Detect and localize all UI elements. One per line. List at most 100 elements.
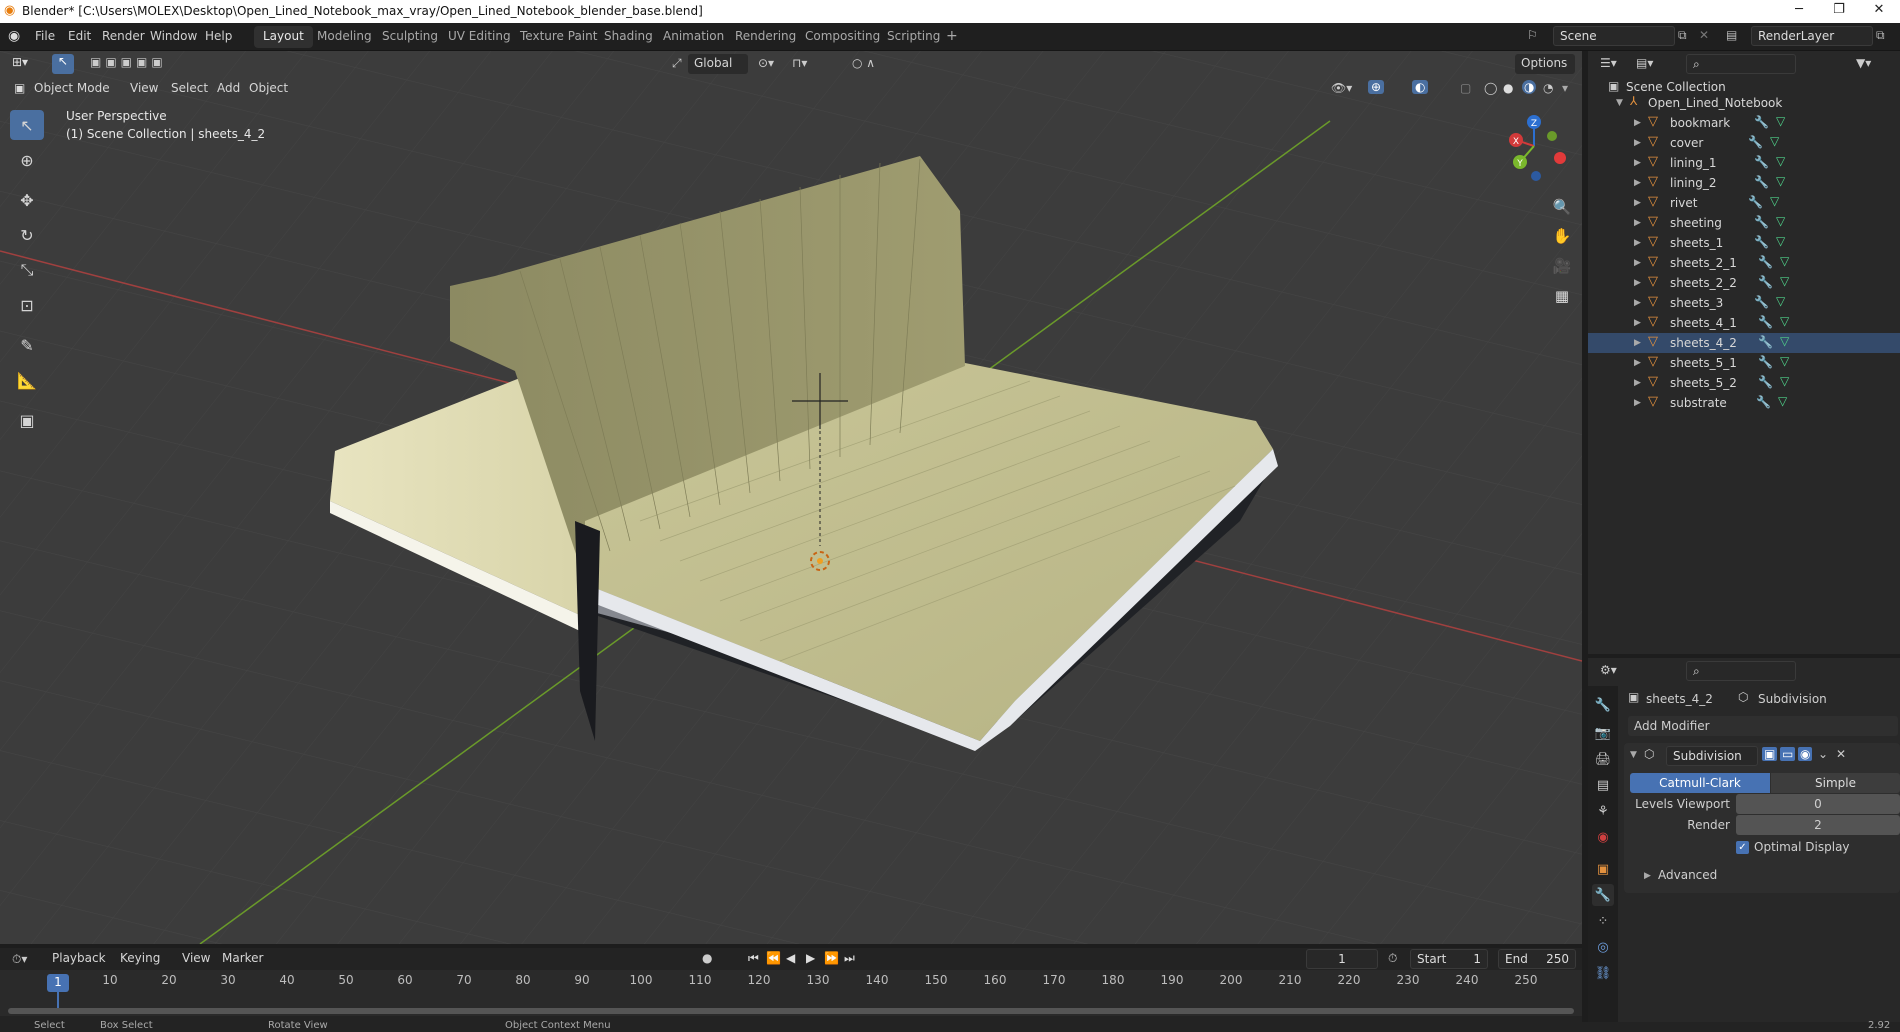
modifier-wrench-icon[interactable]: 🔧 (1754, 295, 1769, 309)
mesh-data-icon[interactable]: ▽ (1776, 294, 1785, 308)
advanced-label[interactable]: Advanced (1658, 868, 1717, 882)
expand-right-icon[interactable]: ▶ (1634, 398, 1641, 408)
tool-transform[interactable]: ⊡ (10, 290, 44, 320)
playhead[interactable]: 1 (47, 974, 69, 992)
optimal-display-checkbox[interactable]: ✓ (1736, 841, 1749, 854)
outliner-item-rivet[interactable]: ▶ ▽ rivet 🔧 ▽ (1588, 193, 1900, 213)
jump-start-icon[interactable]: ⏮ (748, 951, 759, 966)
mesh-data-icon[interactable]: ▽ (1776, 214, 1785, 228)
modifier-menu-icon[interactable]: ⌄ (1818, 747, 1828, 761)
tool-measure[interactable]: 📐 (10, 365, 44, 395)
viewport-menu-select[interactable]: Select (165, 79, 214, 99)
timeline-menu-marker[interactable]: Marker (216, 949, 269, 969)
outliner-item-sheeting[interactable]: ▶ ▽ sheeting 🔧 ▽ (1588, 213, 1900, 233)
output-tab-icon[interactable]: 🖨 (1592, 748, 1614, 770)
tree-collection[interactable]: ▼ ⅄ Open_Lined_Notebook (1588, 93, 1900, 113)
expand-right-icon[interactable]: ▶ (1634, 258, 1641, 268)
expand-right-icon[interactable]: ▶ (1634, 198, 1641, 208)
options-dropdown[interactable]: Options (1515, 54, 1575, 74)
viewport-menu-view[interactable]: View (124, 79, 164, 99)
tab-modeling[interactable]: Modeling (308, 26, 381, 48)
render-layer-copy-icon[interactable]: ⧉ (1876, 28, 1885, 43)
scene-copy-icon[interactable]: ⧉ (1678, 28, 1687, 43)
outliner-item-sheets_5_2[interactable]: ▶ ▽ sheets_5_2 🔧 ▽ (1588, 373, 1900, 393)
shading-rendered-icon[interactable]: ◔ (1543, 81, 1553, 95)
gizmo-toggle-icon[interactable]: ⊕ (1368, 80, 1385, 94)
snap-icon[interactable]: ⊓▾ (792, 56, 807, 70)
outliner-editor-icon[interactable]: ☰▾ (1600, 56, 1617, 70)
modifier-wrench-icon[interactable]: 🔧 (1748, 135, 1763, 149)
viewport-menu-object[interactable]: Object (243, 79, 294, 99)
render-tab-icon[interactable]: 📷 (1592, 722, 1614, 744)
timeline-menu-view[interactable]: View (176, 949, 216, 969)
modifier-wrench-icon[interactable]: 🔧 (1756, 395, 1771, 409)
expand-down-icon[interactable]: ▼ (1616, 98, 1623, 108)
camera-view-icon[interactable]: 🎥 (1548, 252, 1576, 280)
scene-tab-icon[interactable]: ⚘ (1592, 800, 1614, 822)
properties-editor-icon[interactable]: ⚙▾ (1600, 663, 1617, 677)
collapse-icon[interactable]: ▼ (1630, 750, 1637, 760)
mesh-data-icon[interactable]: ▽ (1778, 394, 1787, 408)
select-tool-icon[interactable]: ↖ (52, 54, 74, 74)
particles-tab-icon[interactable]: ⁘ (1592, 910, 1614, 932)
outliner-item-bookmark[interactable]: ▶ ▽ bookmark 🔧 ▽ (1588, 113, 1900, 133)
mesh-data-icon[interactable]: ▽ (1780, 334, 1789, 348)
outliner-item-cover[interactable]: ▶ ▽ cover 🔧 ▽ (1588, 133, 1900, 153)
mesh-data-icon[interactable]: ▽ (1770, 194, 1779, 208)
expand-right-icon[interactable]: ▶ (1634, 358, 1641, 368)
outliner-item-substrate[interactable]: ▶ ▽ substrate 🔧 ▽ (1588, 393, 1900, 413)
tab-texture-paint[interactable]: Texture Paint (511, 26, 606, 48)
timeline-menu-playback[interactable]: Playback (46, 949, 112, 969)
modifier-wrench-icon[interactable]: 🔧 (1754, 175, 1769, 189)
modifier-wrench-icon[interactable]: 🔧 (1758, 375, 1773, 389)
menu-window[interactable]: Window (150, 29, 197, 43)
outliner-item-sheets_4_1[interactable]: ▶ ▽ sheets_4_1 🔧 ▽ (1588, 313, 1900, 333)
outliner-item-sheets_2_2[interactable]: ▶ ▽ sheets_2_2 🔧 ▽ (1588, 273, 1900, 293)
transform-orientation-dropdown[interactable]: Global (688, 54, 748, 74)
physics-tab-icon[interactable]: ◎ (1592, 936, 1614, 958)
shading-solid-icon[interactable]: ● (1503, 81, 1513, 95)
viewport-menu-add[interactable]: Add (211, 79, 246, 99)
expand-right-icon[interactable]: ▶ (1634, 318, 1641, 328)
outliner-item-sheets_1[interactable]: ▶ ▽ sheets_1 🔧 ▽ (1588, 233, 1900, 253)
jump-end-icon[interactable]: ⏭ (844, 951, 855, 966)
tab-scripting[interactable]: Scripting (878, 26, 949, 48)
menu-edit[interactable]: Edit (68, 29, 91, 43)
scene-icon[interactable]: ⚐ (1527, 28, 1538, 42)
close-button[interactable]: ✕ (1859, 2, 1899, 20)
shading-wireframe-icon[interactable]: ◯ (1484, 81, 1497, 95)
tool-annotate[interactable]: ✎ (10, 330, 44, 360)
object-mode-dropdown[interactable]: Object Mode (28, 79, 118, 99)
tab-layout[interactable]: Layout (254, 26, 313, 48)
levels-viewport-field[interactable]: 0 (1736, 794, 1900, 814)
tab-uv-editing[interactable]: UV Editing (439, 26, 520, 48)
modifier-wrench-icon[interactable]: 🔧 (1754, 215, 1769, 229)
navigation-gizmo[interactable]: Z X Y (1496, 110, 1576, 190)
tool-cursor[interactable]: ⊕ (10, 145, 44, 175)
expand-right-icon[interactable]: ▶ (1634, 158, 1641, 168)
mesh-data-icon[interactable]: ▽ (1776, 174, 1785, 188)
view-layer-tab-icon[interactable]: ▤ (1592, 774, 1614, 796)
modifier-wrench-icon[interactable]: 🔧 (1758, 275, 1773, 289)
record-icon[interactable]: ● (702, 951, 712, 965)
add-modifier-dropdown[interactable]: Add Modifier (1628, 716, 1898, 736)
mesh-data-icon[interactable]: ▽ (1776, 234, 1785, 248)
prev-keyframe-icon[interactable]: ⏪ (766, 951, 781, 965)
restore-button[interactable]: ❐ (1819, 2, 1859, 20)
outliner-item-sheets_2_1[interactable]: ▶ ▽ sheets_2_1 🔧 ▽ (1588, 253, 1900, 273)
shading-material-icon[interactable]: ◑ (1522, 80, 1537, 94)
world-tab-icon[interactable]: ◉ (1592, 826, 1614, 848)
tab-compositing[interactable]: Compositing (796, 26, 889, 48)
expand-right-icon[interactable]: ▶ (1634, 178, 1641, 188)
modifier-wrench-icon[interactable]: 🔧 (1758, 315, 1773, 329)
play-icon[interactable]: ▶ (806, 951, 815, 965)
render-layer-icon[interactable]: ▤ (1726, 28, 1737, 42)
tab-rendering[interactable]: Rendering (726, 26, 805, 48)
render-layer-field[interactable]: RenderLayer (1751, 26, 1873, 46)
zoom-icon[interactable]: 🔍 (1548, 193, 1576, 221)
overlay-toggle-icon[interactable]: ◐ (1412, 80, 1429, 94)
edit-mode-toggle-icon[interactable]: ▣ (1762, 747, 1778, 761)
end-field[interactable]: 250 (1532, 949, 1576, 969)
modifier-name-field[interactable]: Subdivision (1666, 746, 1758, 766)
mesh-data-icon[interactable]: ▽ (1780, 254, 1789, 268)
